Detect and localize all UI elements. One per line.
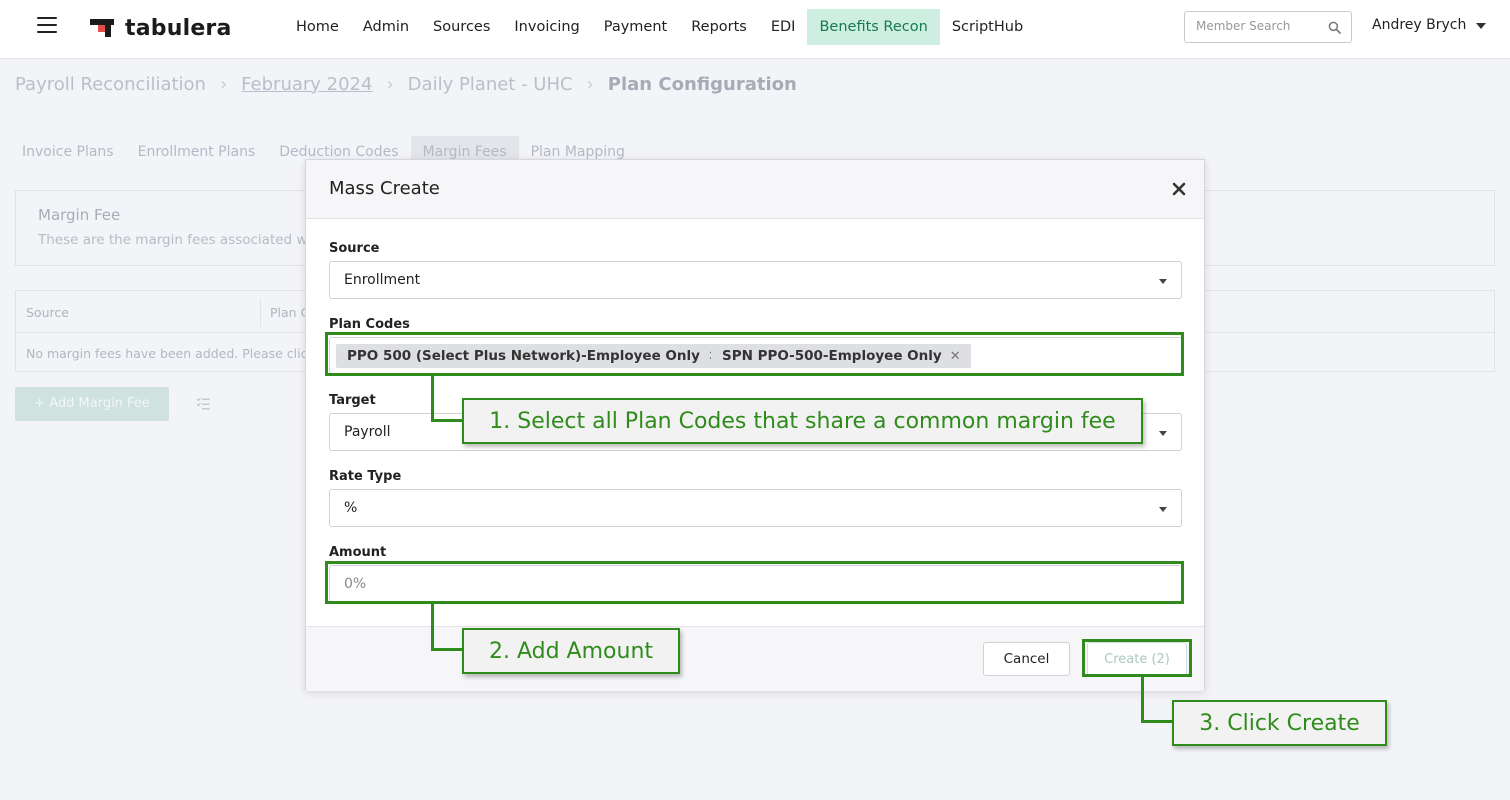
callout-connector [1141, 677, 1144, 723]
hamburger-menu-icon[interactable] [37, 17, 57, 33]
caret-down-icon [1159, 507, 1167, 512]
add-margin-fee-button[interactable]: + Add Margin Fee [15, 387, 169, 421]
nav-payment[interactable]: Payment [592, 9, 679, 45]
search-icon[interactable] [1328, 21, 1341, 34]
plan-code-tag-label: PPO 500 (Select Plus Network)-Employee O… [347, 348, 700, 364]
nav-admin[interactable]: Admin [351, 9, 421, 45]
chevron-right-icon: › [586, 73, 594, 95]
user-menu[interactable]: Andrey Brych [1372, 17, 1487, 33]
chevron-down-icon [1476, 22, 1487, 29]
target-label: Target [329, 393, 376, 408]
step-3-callout: 3. Click Create [1172, 700, 1387, 746]
tab-enrollment-plans[interactable]: Enrollment Plans [126, 136, 268, 168]
plan-codes-multiselect[interactable]: PPO 500 (Select Plus Network)-Employee O… [329, 337, 1182, 374]
rate-type-value: % [344, 500, 358, 516]
breadcrumb-period[interactable]: February 2024 [241, 74, 372, 95]
callout-connector [431, 419, 464, 422]
amount-label: Amount [329, 545, 387, 560]
breadcrumb-current: Plan Configuration [607, 73, 797, 95]
modal-header: Mass Create [306, 160, 1204, 219]
create-button[interactable]: Create (2) [1087, 642, 1187, 676]
step-1-callout: 1. Select all Plan Codes that share a co… [462, 398, 1143, 444]
plan-code-tag: PPO 500 (Select Plus Network)-Employee O… [336, 344, 729, 368]
modal-title: Mass Create [329, 178, 440, 199]
source-label: Source [329, 241, 380, 256]
column-divider [260, 299, 261, 327]
breadcrumb-client[interactable]: Daily Planet - UHC [408, 74, 573, 95]
source-select[interactable]: Enrollment [329, 261, 1182, 299]
callout-connector [1141, 720, 1174, 723]
caret-down-icon [1159, 279, 1167, 284]
nav-edi[interactable]: EDI [759, 9, 808, 45]
nav-sources[interactable]: Sources [421, 9, 502, 45]
empty-state-text: No margin fees have been added. Please c… [26, 346, 308, 361]
callout-connector [431, 376, 434, 422]
plan-codes-label: Plan Codes [329, 317, 410, 332]
cancel-button[interactable]: Cancel [983, 642, 1070, 676]
main-nav: Home Admin Sources Invoicing Payment Rep… [284, 9, 1035, 45]
card-subtitle: These are the margin fees associated w [38, 232, 308, 248]
card-title: Margin Fee [38, 206, 121, 224]
target-value: Payroll [344, 424, 391, 440]
member-search-input[interactable] [1196, 19, 1326, 33]
plan-code-tag: SPN PPO-500-Employee Only ✕ [711, 344, 971, 368]
tab-invoice-plans[interactable]: Invoice Plans [10, 136, 126, 168]
nav-home[interactable]: Home [284, 9, 351, 45]
remove-tag-icon[interactable]: ✕ [950, 349, 961, 364]
breadcrumb-payroll-reconciliation[interactable]: Payroll Reconciliation [15, 74, 206, 95]
callout-connector [431, 604, 434, 651]
modal-footer: Cancel Create (2) [306, 626, 1204, 691]
nav-invoicing[interactable]: Invoicing [502, 9, 591, 45]
rate-type-select[interactable]: % [329, 489, 1182, 527]
amount-input[interactable] [329, 565, 1182, 603]
close-icon[interactable] [1171, 181, 1187, 197]
tabulera-logo[interactable]: tabulera [90, 15, 232, 41]
column-header-plan-code: Plan C [270, 305, 310, 320]
logo-text: tabulera [125, 15, 232, 41]
top-navigation-bar: tabulera Home Admin Sources Invoicing Pa… [0, 0, 1510, 59]
nav-scripthub[interactable]: ScriptHub [940, 9, 1035, 45]
chevron-right-icon: › [386, 73, 394, 95]
nav-reports[interactable]: Reports [679, 9, 759, 45]
checklist-icon[interactable] [196, 397, 210, 410]
plan-code-tag-label: SPN PPO-500-Employee Only [722, 348, 942, 364]
rate-type-label: Rate Type [329, 469, 402, 484]
member-search-box [1184, 11, 1352, 43]
nav-benefits-recon[interactable]: Benefits Recon [807, 9, 940, 45]
user-name: Andrey Brych [1372, 17, 1467, 33]
tabulera-logo-icon [90, 17, 117, 39]
step-2-callout: 2. Add Amount [462, 628, 680, 674]
chevron-right-icon: › [219, 73, 228, 95]
callout-connector [431, 648, 464, 651]
caret-down-icon [1159, 431, 1167, 436]
source-value: Enrollment [344, 272, 421, 288]
column-header-source: Source [26, 305, 69, 320]
breadcrumb: Payroll Reconciliation › February 2024 ›… [15, 71, 797, 97]
